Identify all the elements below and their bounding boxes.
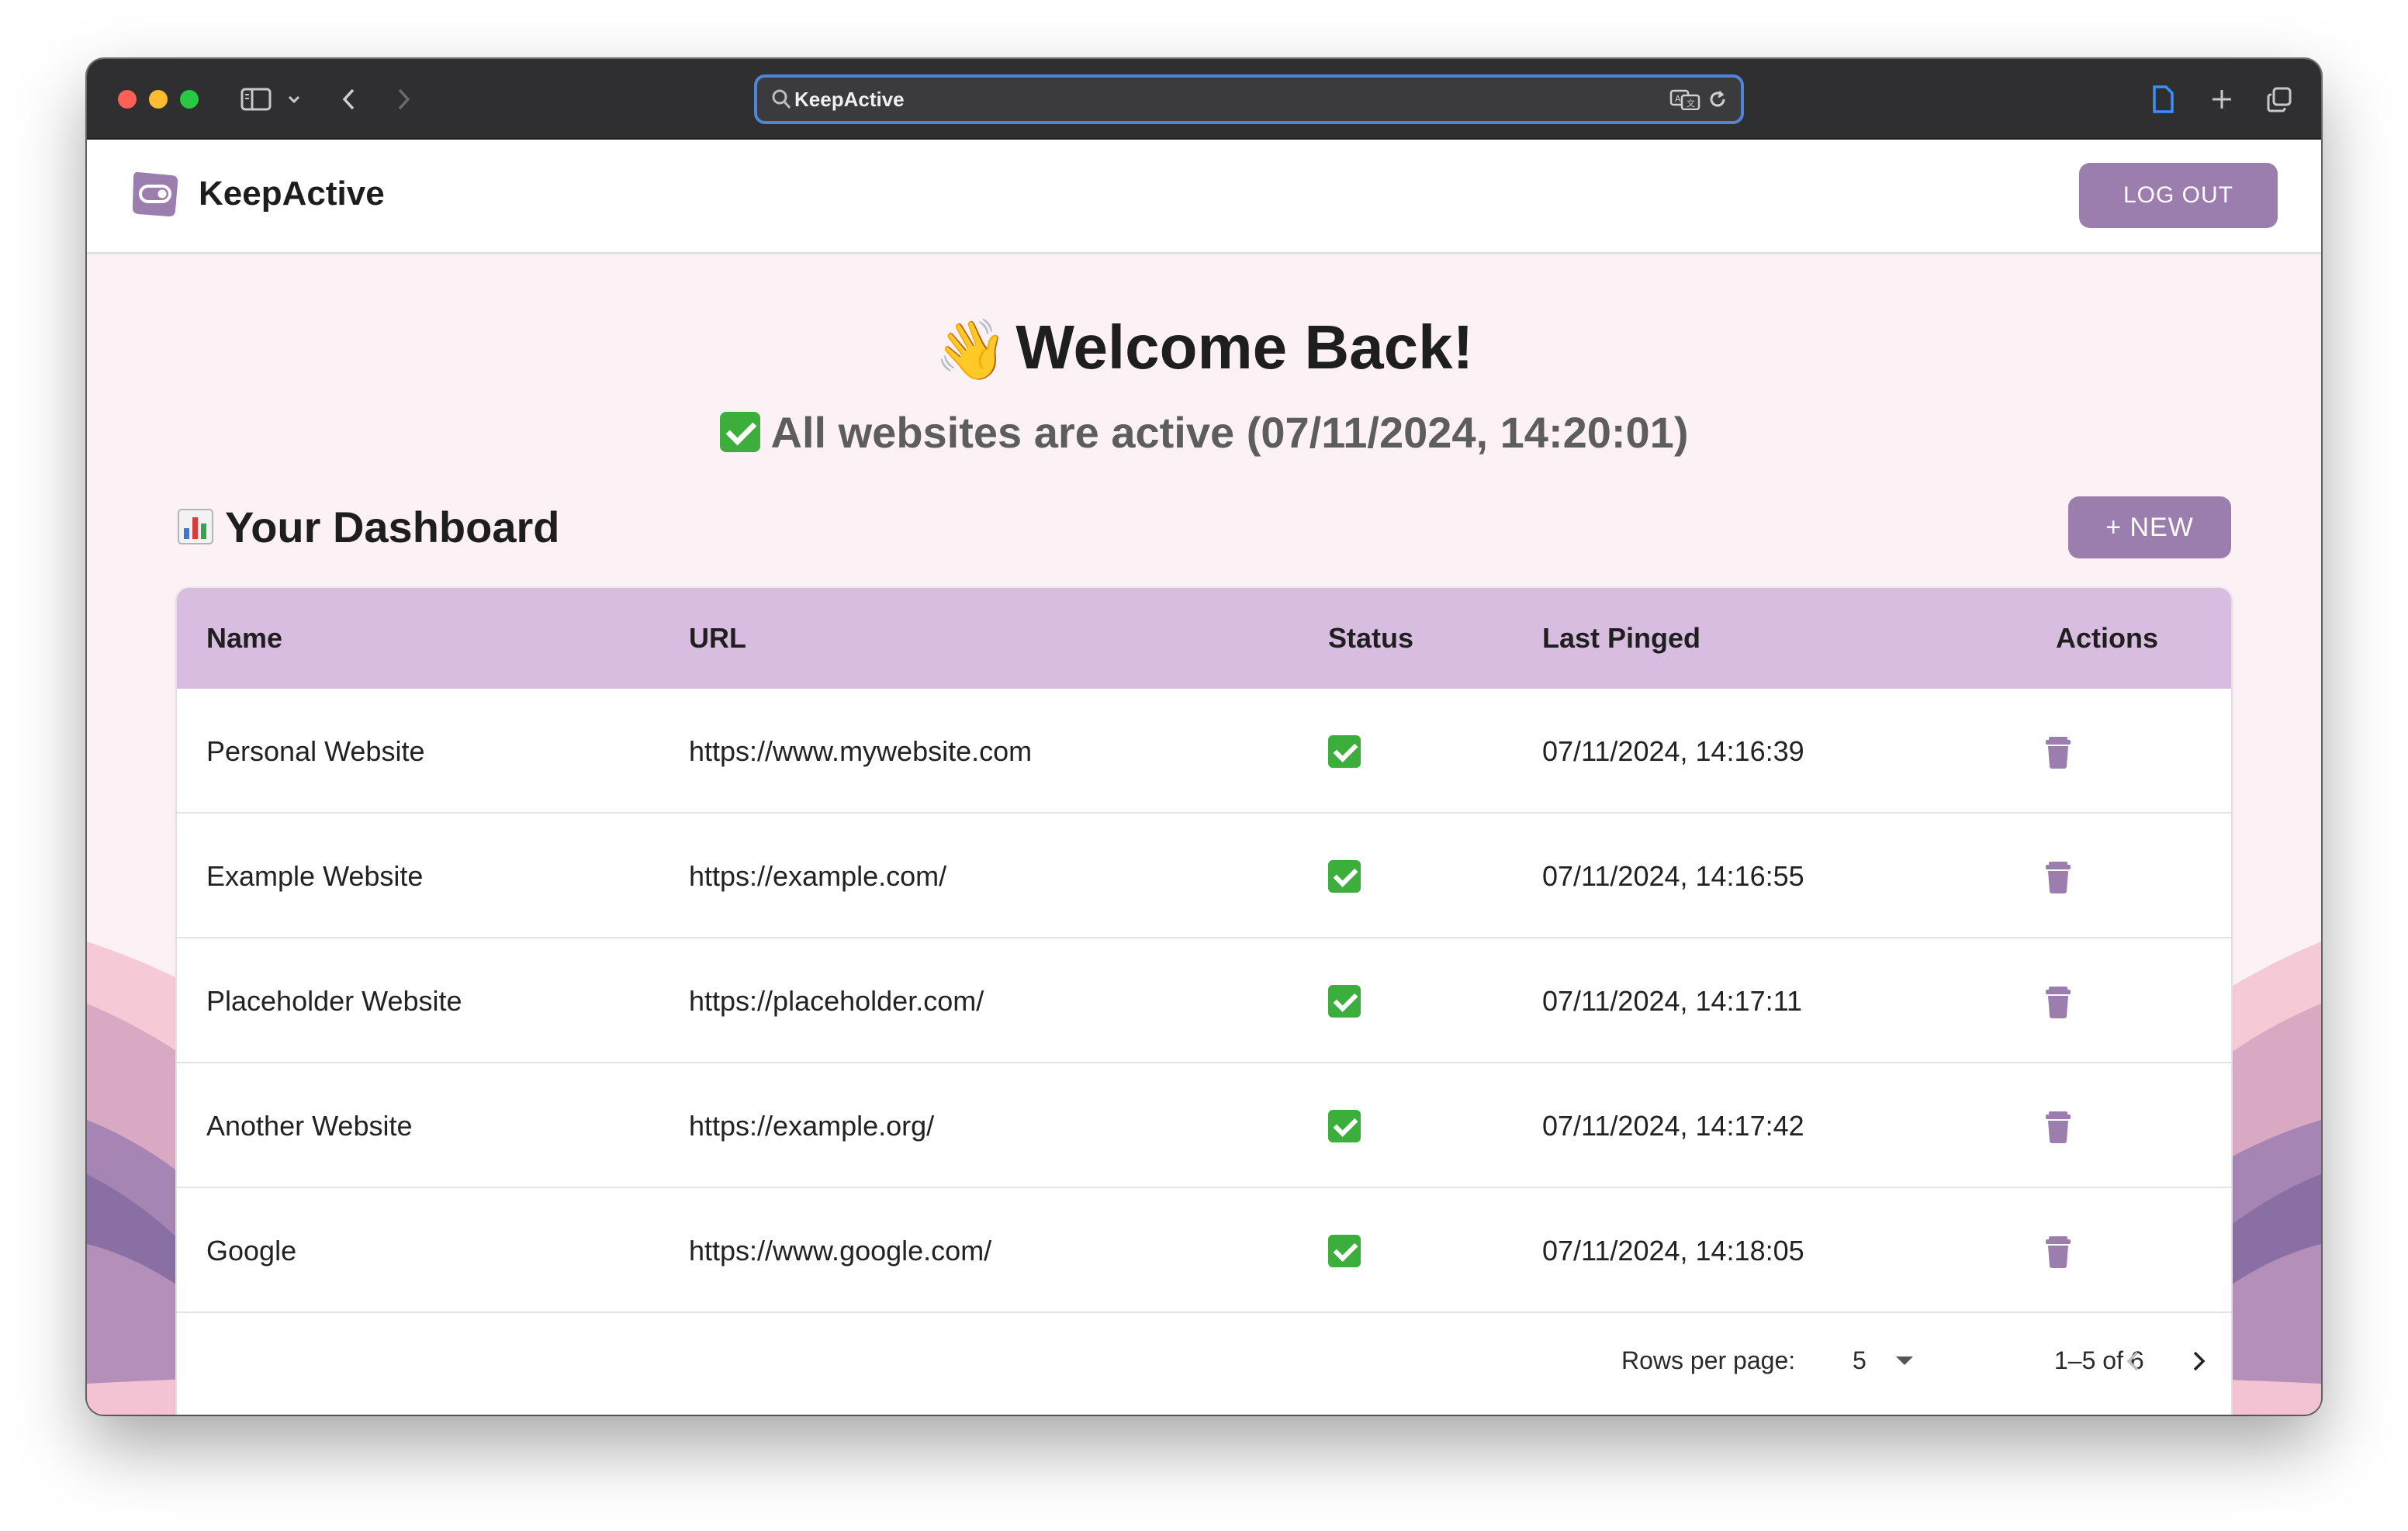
address-bar[interactable]: KeepActive A文 <box>754 74 1744 124</box>
browser-window: KeepActive A文 KeepActive LOG OUT 👋 Welco… <box>87 59 2321 1415</box>
minimize-window-button[interactable] <box>149 90 168 109</box>
row-name: Google <box>206 1235 297 1267</box>
table-row[interactable]: Another Website https://example.org/ 07/… <box>177 1063 2231 1188</box>
column-header-last-pinged[interactable]: Last Pinged <box>1542 588 1700 689</box>
row-last-pinged: 07/11/2024, 14:17:42 <box>1542 1110 1804 1142</box>
rows-per-page-select[interactable]: 5 <box>1853 1313 1938 1408</box>
trash-icon[interactable] <box>2039 857 2078 896</box>
check-mark-icon <box>1328 735 1361 768</box>
translate-icon[interactable]: A文 <box>1669 88 1700 110</box>
page-content: KeepActive LOG OUT 👋 Welcome Back! All we… <box>87 140 2321 1415</box>
table-row[interactable]: Placeholder Website https://placeholder.… <box>177 938 2231 1063</box>
bar-chart-icon <box>178 509 213 544</box>
row-name: Another Website <box>206 1110 413 1142</box>
add-website-button[interactable]: + NEW <box>2068 496 2231 558</box>
check-mark-icon <box>1328 1235 1361 1267</box>
row-url: https://www.mywebsite.com <box>689 735 1033 767</box>
check-mark-icon <box>1328 985 1361 1018</box>
new-tab-icon[interactable] <box>2205 81 2239 118</box>
table-row[interactable]: Google https://www.google.com/ 07/11/202… <box>177 1188 2231 1313</box>
close-window-button[interactable] <box>118 90 137 109</box>
row-url: https://placeholder.com/ <box>689 985 984 1017</box>
column-header-url[interactable]: URL <box>689 588 746 689</box>
row-last-pinged: 07/11/2024, 14:18:05 <box>1542 1235 1804 1267</box>
row-name: Personal Website <box>206 735 425 767</box>
row-last-pinged: 07/11/2024, 14:17:11 <box>1542 985 1802 1017</box>
trash-icon[interactable] <box>2039 982 2078 1021</box>
browser-toolbar: KeepActive A文 <box>87 59 2321 140</box>
welcome-heading: 👋 Welcome Back! <box>87 309 2321 389</box>
table-row[interactable]: Example Website https://example.com/ 07/… <box>177 814 2231 938</box>
svg-text:文: 文 <box>1687 98 1695 109</box>
column-header-actions: Actions <box>2055 622 2159 654</box>
column-header-name[interactable]: Name <box>206 588 282 689</box>
caret-down-icon <box>1896 1356 1913 1365</box>
row-url: https://example.org/ <box>689 1110 935 1142</box>
column-header-status[interactable]: Status <box>1328 588 1413 689</box>
maximize-window-button[interactable] <box>180 90 199 109</box>
row-last-pinged: 07/11/2024, 14:16:55 <box>1542 860 1804 892</box>
previous-page-icon[interactable] <box>2115 1343 2152 1380</box>
rows-per-page-label: Rows per page: <box>1621 1346 1796 1374</box>
tab-overview-icon[interactable] <box>2262 81 2296 118</box>
back-arrow-icon[interactable] <box>334 81 365 118</box>
next-page-icon[interactable] <box>2180 1343 2217 1380</box>
search-icon <box>772 89 791 109</box>
welcome-text: Welcome Back! <box>1015 313 1474 382</box>
status-summary: All websites are active (07/11/2024, 14:… <box>87 405 2321 461</box>
waving-hand-icon: 👋 <box>934 317 1009 383</box>
trash-icon[interactable] <box>2039 732 2078 771</box>
page-icon[interactable] <box>2146 81 2180 118</box>
table-header: Name URL Status Last Pinged Actions <box>177 588 2231 689</box>
rows-per-page-value: 5 <box>1853 1346 1867 1374</box>
chevron-down-icon[interactable] <box>284 81 304 118</box>
row-name: Placeholder Website <box>206 985 462 1017</box>
toggle-switch-icon <box>132 171 178 217</box>
trash-icon[interactable] <box>2039 1107 2078 1146</box>
app-header: KeepActive LOG OUT <box>87 140 2321 254</box>
reload-icon[interactable] <box>1707 88 1728 110</box>
forward-arrow-icon[interactable] <box>388 81 419 118</box>
row-last-pinged: 07/11/2024, 14:16:39 <box>1542 735 1804 767</box>
check-mark-icon <box>719 412 760 452</box>
dashboard-title: Your Dashboard <box>177 496 559 558</box>
check-mark-icon <box>1328 860 1361 893</box>
check-mark-icon <box>1328 1110 1361 1142</box>
row-url: https://www.google.com/ <box>689 1235 992 1267</box>
status-summary-text: All websites are active (07/11/2024, 14:… <box>770 408 1689 457</box>
websites-table: Name URL Status Last Pinged Actions Pers… <box>177 588 2231 1415</box>
url-text: KeepActive <box>794 88 905 111</box>
trash-icon[interactable] <box>2039 1232 2078 1270</box>
brand-name: KeepActive <box>199 175 385 213</box>
table-row[interactable]: Personal Website https://www.mywebsite.c… <box>177 689 2231 814</box>
sidebar-toggle-icon[interactable] <box>239 81 273 118</box>
row-url: https://example.com/ <box>689 860 947 892</box>
svg-text:A: A <box>1675 94 1681 104</box>
row-name: Example Website <box>206 860 424 892</box>
dashboard-title-text: Your Dashboard <box>225 503 560 551</box>
table-pagination: Rows per page: 5 1–5 of 6 <box>177 1313 2231 1414</box>
logout-button[interactable]: LOG OUT <box>2079 163 2278 228</box>
